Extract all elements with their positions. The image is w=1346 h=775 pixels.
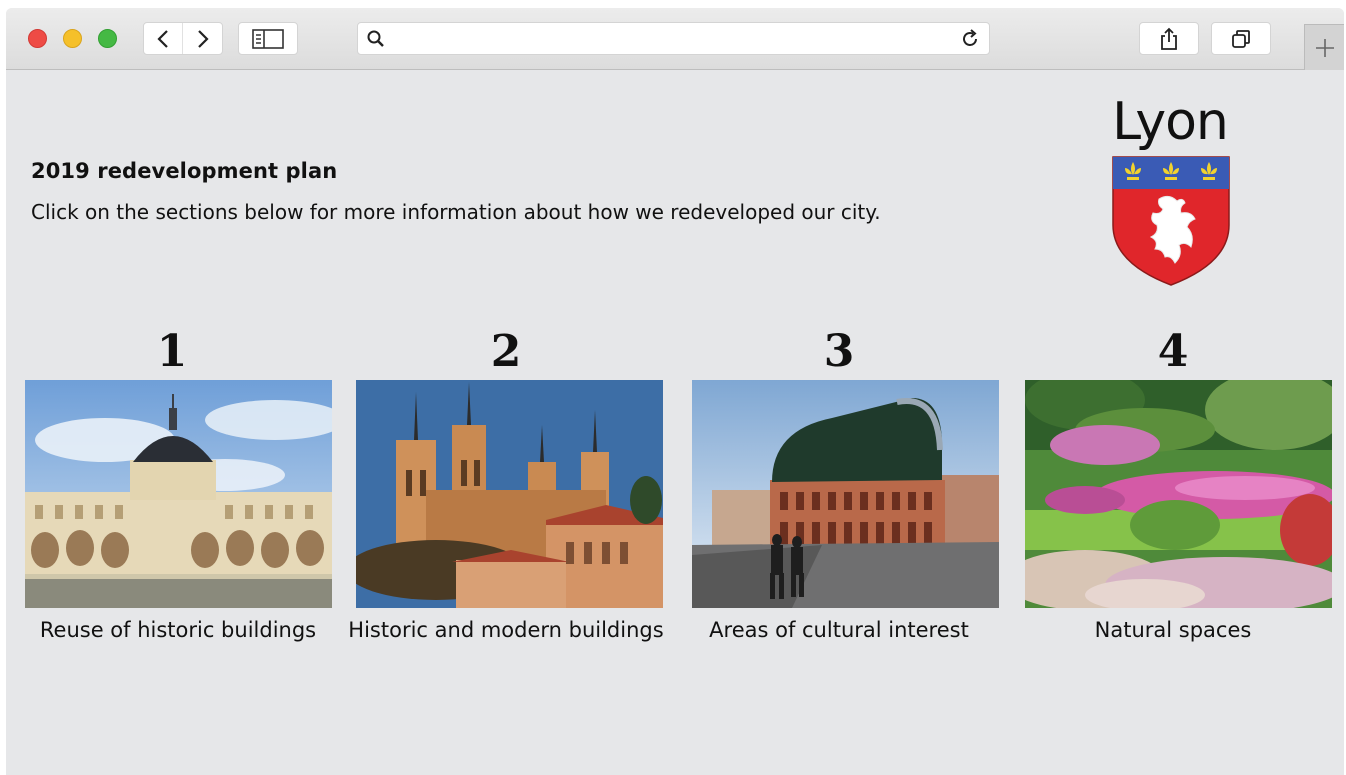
sidebar-button[interactable] (238, 22, 298, 55)
sidebar-icon (252, 28, 284, 49)
section-2-image[interactable] (356, 380, 663, 608)
section-3-caption[interactable]: Areas of cultural interest (669, 618, 1009, 642)
new-tab-button[interactable] (1304, 24, 1344, 70)
forward-icon (197, 29, 209, 48)
show-tabs-button[interactable] (1211, 22, 1271, 55)
section-number-1: 1 (156, 326, 188, 377)
section-2-caption[interactable]: Historic and modern buildings (336, 618, 676, 642)
historic-building-photo (25, 380, 332, 608)
reload-icon[interactable] (959, 28, 981, 50)
close-window-button[interactable] (28, 29, 47, 48)
search-icon (367, 30, 384, 47)
section-1-image[interactable] (25, 380, 332, 608)
section-number-3: 3 (823, 326, 855, 377)
new-tab-icon (1315, 38, 1334, 57)
section-3-image[interactable] (692, 380, 999, 608)
page-heading: 2019 redevelopment plan (31, 159, 338, 183)
navigation-buttons (143, 22, 223, 55)
share-icon (1161, 27, 1177, 50)
opera-house-photo (692, 380, 999, 608)
page-instructions: Click on the sections below for more inf… (31, 200, 881, 224)
minimize-window-button[interactable] (63, 29, 82, 48)
section-4-image[interactable] (1025, 380, 1332, 608)
city-logo-text: Lyon (1112, 92, 1229, 152)
tabs-icon (1232, 29, 1250, 48)
browser-toolbar (6, 8, 1344, 70)
section-number-4: 4 (1157, 326, 1189, 377)
section-4-caption[interactable]: Natural spaces (1003, 618, 1343, 642)
zoom-window-button[interactable] (98, 29, 117, 48)
basilica-photo (356, 380, 663, 608)
back-button[interactable] (144, 23, 184, 54)
share-button[interactable] (1139, 22, 1199, 55)
back-icon (157, 29, 168, 48)
lyon-coat-of-arms (1112, 156, 1230, 286)
browser-window: 2019 redevelopment plan Click on the sec… (6, 8, 1344, 775)
flower-garden-photo (1025, 380, 1332, 608)
forward-button[interactable] (183, 23, 222, 54)
section-number-2: 2 (490, 326, 522, 377)
address-bar[interactable] (357, 22, 990, 55)
section-1-caption[interactable]: Reuse of historic buildings (8, 618, 348, 642)
address-input[interactable] (394, 27, 944, 51)
